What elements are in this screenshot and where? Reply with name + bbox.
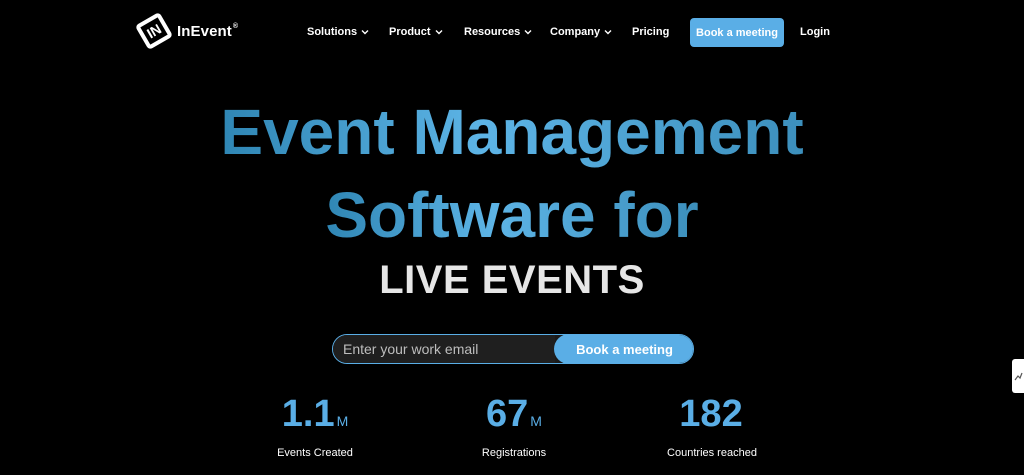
chart-icon <box>1014 372 1023 381</box>
nav-item-company[interactable]: Company <box>550 22 612 42</box>
page: IN InEvent® Solutions Product Resources … <box>0 0 1024 475</box>
inevent-logo-icon: IN <box>136 13 172 49</box>
nav-item-pricing[interactable]: Pricing <box>632 22 669 42</box>
stat-label: Registrations <box>481 447 547 459</box>
stat-unit: M <box>336 413 349 429</box>
nav-item-solutions[interactable]: Solutions <box>307 22 369 42</box>
chevron-down-icon <box>604 30 612 35</box>
svg-text:IN: IN <box>144 21 164 42</box>
book-meeting-header-button[interactable]: Book a meeting <box>690 18 784 47</box>
nav-item-label: Pricing <box>632 26 670 38</box>
chevron-down-icon <box>435 30 443 35</box>
hero-title-line-2: Software for <box>0 178 1024 252</box>
nav-item-label: Company <box>550 26 601 38</box>
stat-value: 67 M <box>486 393 542 435</box>
stat-unit: M <box>530 413 542 429</box>
logo-link[interactable]: IN InEvent® <box>136 13 238 49</box>
login-link[interactable]: Login <box>800 22 830 42</box>
stat-label: Countries reached <box>667 447 757 459</box>
nav-item-label: Solutions <box>307 26 358 38</box>
book-meeting-submit-button[interactable]: Book a meeting <box>554 335 693 363</box>
stat-value: 1.1 M <box>281 393 349 435</box>
nav-item-label: Resources <box>464 26 521 38</box>
hero-title-text: Software for <box>325 179 699 251</box>
nav-item-resources[interactable]: Resources <box>464 22 532 42</box>
stat-countries-reached: 182 Countries reached <box>632 392 792 459</box>
chevron-down-icon <box>361 30 369 35</box>
side-widget-tab[interactable] <box>1012 359 1024 393</box>
hero-title-text: Event Management <box>220 96 804 168</box>
logo-registered-mark: ® <box>232 22 239 30</box>
nav-item-label: Product <box>389 26 431 38</box>
email-signup-form: Book a meeting <box>332 334 694 364</box>
chevron-down-icon <box>524 30 532 35</box>
stat-value: 182 <box>679 393 743 435</box>
nav-item-product[interactable]: Product <box>389 22 443 42</box>
stat-registrations: 67 M Registrations <box>434 392 594 459</box>
stat-label: Events Created <box>277 447 353 459</box>
logo-text: InEvent® <box>177 22 239 40</box>
work-email-input[interactable] <box>333 335 555 363</box>
hero-subtitle: LIVE EVENTS <box>379 258 645 302</box>
site-header: IN InEvent® Solutions Product Resources … <box>0 0 1024 64</box>
hero-title-line-1: Event Management <box>0 95 1024 169</box>
stat-events-created: 1.1 M Events Created <box>235 392 395 459</box>
